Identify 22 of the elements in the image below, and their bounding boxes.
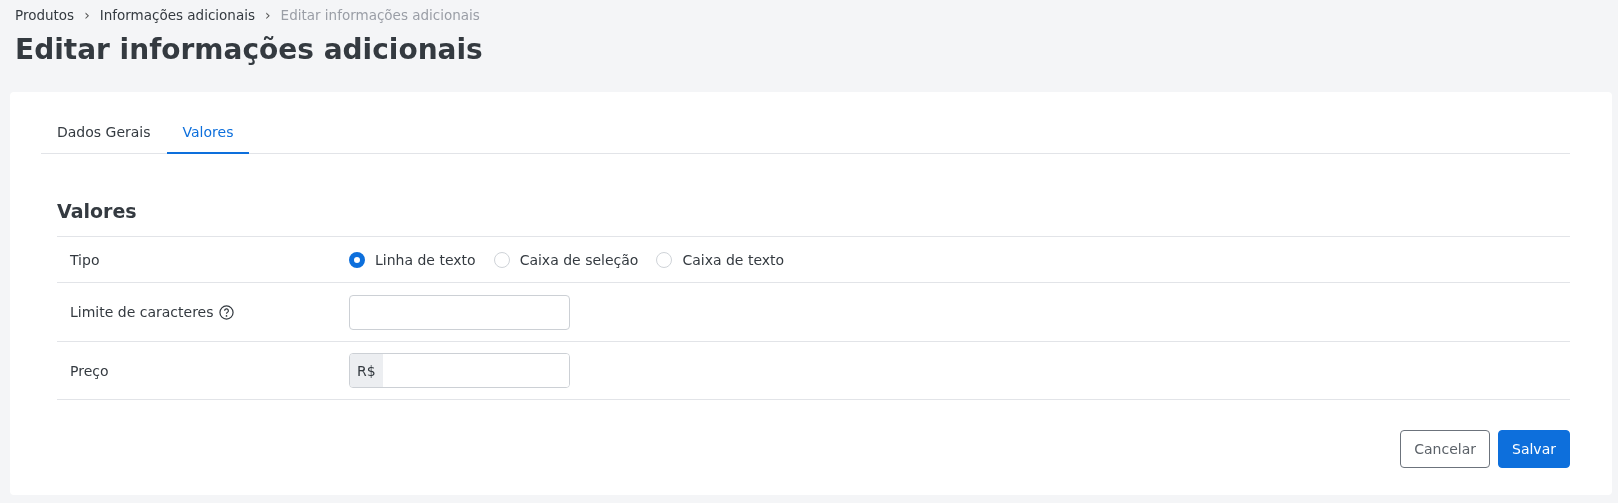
section-title: Valores: [57, 200, 138, 222]
radio-option[interactable]: Caixa de seleção: [493, 251, 639, 268]
breadcrumb-separator: ›: [265, 7, 271, 23]
price-field[interactable]: R$: [349, 353, 570, 388]
page-title: Editar informações adicionais: [15, 32, 484, 68]
breadcrumb-item[interactable]: Informações adicionais: [99, 7, 255, 23]
field-label: Preço: [70, 362, 109, 379]
cancel-button[interactable]: Cancelar: [1400, 430, 1490, 468]
input-field[interactable]: [349, 294, 570, 330]
currency-prefix: R$: [350, 354, 383, 387]
radio-option[interactable]: Caixa de texto: [656, 251, 785, 268]
radio-option[interactable]: Linha de texto: [349, 251, 476, 268]
breadcrumb-item: Editar informações adicionais: [280, 7, 480, 23]
save-button[interactable]: Salvar: [1498, 430, 1570, 468]
help-icon[interactable]: [218, 304, 234, 320]
breadcrumb-item[interactable]: Produtos: [15, 7, 75, 23]
radio-button[interactable]: [349, 251, 365, 268]
breadcrumb-separator: ›: [84, 7, 90, 23]
tab[interactable]: Dados Gerais: [41, 114, 167, 154]
field-label: Limite de caracteres: [70, 304, 214, 320]
field-label: Tipo: [70, 251, 100, 268]
tab[interactable]: Valores: [166, 114, 250, 154]
